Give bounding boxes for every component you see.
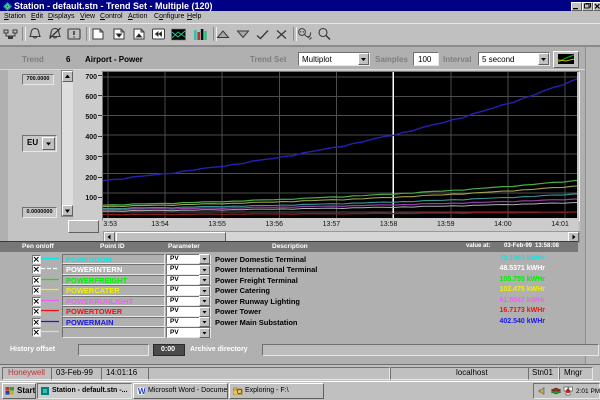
svg-text:W: W (138, 387, 145, 395)
